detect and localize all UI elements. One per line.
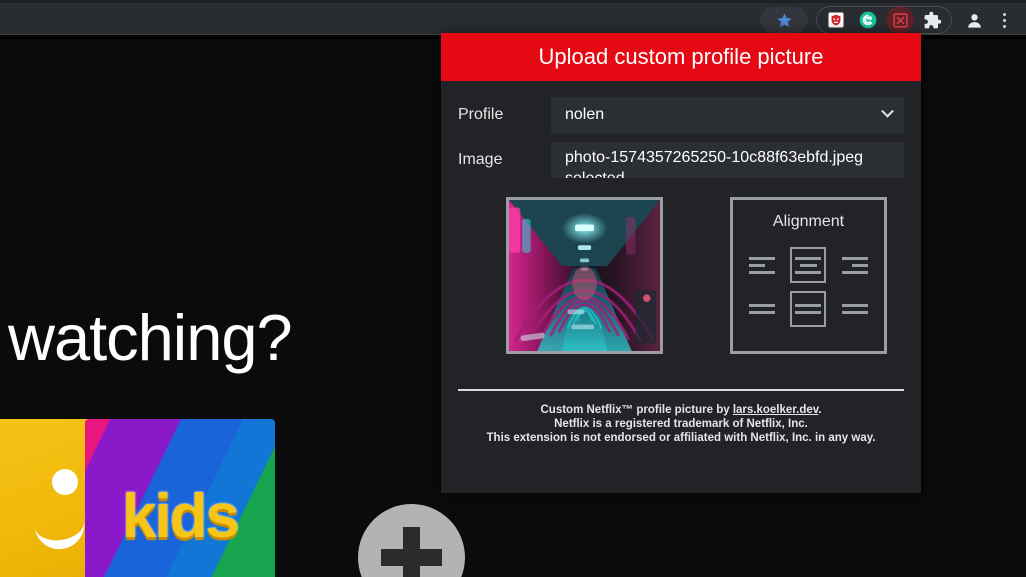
alignment-title: Alignment (772, 213, 845, 230)
author-link[interactable]: lars.koelker.dev (733, 404, 818, 416)
alignment-options-grid (733, 243, 884, 331)
page-title: watching? (8, 301, 293, 374)
align-bottom-left-icon (749, 304, 776, 314)
image-file-status: selected (565, 168, 892, 178)
bookmark-star-icon[interactable] (760, 7, 808, 33)
align-top-center-button[interactable] (790, 247, 827, 283)
screen: watching? kids Upload custom profile pic… (0, 0, 1026, 577)
corridor-photo (509, 200, 660, 351)
dialog-title: Upload custom profile picture (538, 44, 824, 69)
avatar-smile (34, 519, 88, 553)
image-file-name: photo-1574357265250-10c88f63ebfd.jpeg (565, 149, 864, 166)
extension-icon-pill (816, 6, 952, 34)
grammarly-icon[interactable] (854, 6, 882, 34)
image-file-input[interactable]: photo-1574357265250-10c88f63ebfd.jpeg se… (551, 142, 904, 178)
avatar-eye (52, 469, 78, 495)
extensions-puzzle-icon[interactable] (918, 6, 946, 34)
align-right-icon (841, 256, 868, 274)
profile-select[interactable]: nolen (551, 97, 904, 133)
align-top-right-button[interactable] (837, 247, 873, 283)
extension-shield-icon[interactable] (822, 6, 850, 34)
image-field-label: Image (458, 151, 503, 168)
footer-trademark-line: Netflix is a registered trademark of Net… (554, 418, 808, 430)
browser-toolbar (0, 0, 1026, 35)
profile-avatar-icon[interactable] (960, 6, 988, 34)
align-top-left-button[interactable] (744, 247, 780, 283)
chevron-down-icon (881, 104, 894, 118)
upload-profile-picture-dialog: Upload custom profile picture Profile no… (441, 33, 921, 493)
align-left-icon (749, 256, 776, 274)
preview-area: Alignment (458, 187, 904, 354)
dialog-footer: Custom Netflix™ profile picture by lars.… (441, 391, 921, 445)
align-center-icon (795, 256, 822, 274)
profile-tile-kids[interactable]: kids (85, 419, 275, 577)
align-bottom-center-icon (795, 304, 822, 314)
kids-tile-label: kids (121, 482, 240, 551)
footer-credit-prefix: Custom Netflix™ profile picture by (540, 404, 733, 416)
align-bottom-center-button[interactable] (790, 291, 827, 327)
alignment-panel: Alignment (730, 197, 887, 354)
dialog-body: Profile nolen Image photo-1574357265250-… (441, 81, 921, 354)
footer-disclaimer-line: This extension is not endorsed or affili… (486, 432, 876, 444)
profile-select-value: nolen (565, 106, 605, 123)
plus-icon-horizontal (381, 549, 442, 566)
add-profile-button[interactable] (358, 504, 465, 577)
align-bottom-right-icon (841, 304, 868, 314)
image-field-row: Image photo-1574357265250-10c88f63ebfd.j… (458, 142, 904, 178)
footer-credit-line: Custom Netflix™ profile picture by lars.… (441, 403, 921, 417)
footer-credit-suffix: . (818, 404, 822, 416)
align-bottom-left-button[interactable] (744, 291, 780, 327)
profile-field-label: Profile (458, 106, 504, 123)
align-bottom-right-button[interactable] (837, 291, 873, 327)
dialog-header: Upload custom profile picture (441, 33, 921, 81)
profile-field-row: Profile nolen (458, 97, 904, 133)
chrome-menu-icon[interactable] (990, 6, 1018, 34)
image-preview[interactable] (506, 197, 663, 354)
netflix-profile-extension-icon[interactable] (886, 6, 914, 34)
toolbar-icon-group (760, 3, 1018, 37)
